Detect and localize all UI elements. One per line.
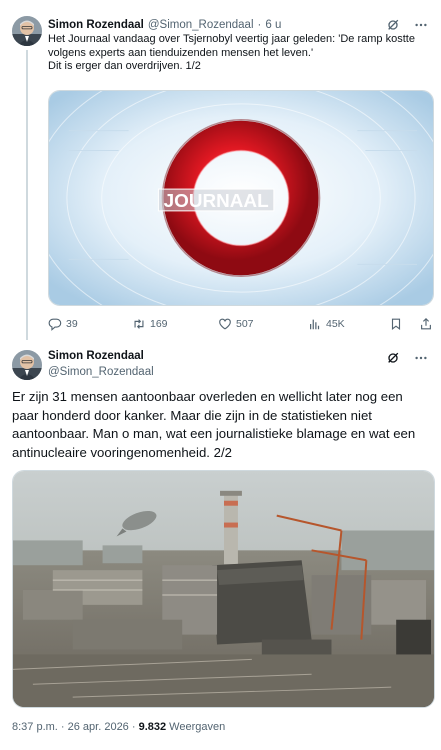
tweet-text-line: Het Journaal vandaag over Tsjernobyl vee…: [48, 33, 415, 45]
tweet-text-line: Dit is erger dan overdrijven. 1/2: [48, 60, 201, 72]
thread-connector-line: [26, 50, 28, 340]
tweet-text: Er zijn 31 mensen aantoonbaar overleden …: [12, 389, 416, 460]
journaal-image[interactable]: JOURNAAL: [48, 90, 434, 306]
separator-dot: ·: [257, 19, 262, 31]
author-name[interactable]: Simon Rozendaal: [48, 19, 144, 31]
tweet-header: Simon Rozendaal @Simon_Rozendaal · 6 u: [48, 16, 429, 34]
grok-icon[interactable]: [385, 350, 401, 366]
tweet-actions: 39 169 507 45K: [48, 316, 434, 332]
avatar[interactable]: [12, 16, 42, 46]
author-handle[interactable]: @Simon_Rozendaal: [48, 366, 154, 378]
bookmark-icon[interactable]: [388, 316, 404, 332]
post-timestamp[interactable]: 8:37 p.m. · 26 apr. 2026 ·: [12, 721, 139, 733]
repost-icon: [134, 319, 144, 329]
share-icon[interactable]: [418, 316, 434, 332]
tweet-text: Het Journaal vandaag over Tsjernobyl vee…: [48, 33, 425, 74]
author-handle[interactable]: @Simon_Rozendaal: [148, 19, 254, 31]
avatar[interactable]: [12, 350, 42, 380]
post-time[interactable]: 6 u: [265, 19, 281, 31]
tweet-2[interactable]: Simon Rozendaal @Simon_Rozendaal Er zijn…: [0, 340, 441, 750]
grok-icon[interactable]: [385, 17, 401, 33]
repost-button[interactable]: 169: [132, 317, 218, 331]
reply-icon: [48, 318, 62, 331]
views-count: 45K: [326, 318, 345, 330]
journaal-logo-text: JOURNAAL: [164, 190, 269, 211]
more-icon[interactable]: [413, 350, 429, 366]
like-button[interactable]: 507: [218, 317, 308, 331]
views-icon: [310, 319, 320, 330]
reply-count: 39: [66, 318, 78, 330]
tweet-text-line: volgens experts aan tienduizenden mensen…: [48, 46, 314, 59]
reply-button[interactable]: 39: [48, 317, 132, 331]
views-label: Weergaven: [166, 721, 226, 733]
chernobyl-photo[interactable]: [12, 470, 435, 708]
tweet-header: Simon Rozendaal @Simon_Rozendaal: [48, 350, 429, 380]
views-count: 9.832: [138, 721, 167, 733]
like-count: 507: [236, 318, 254, 330]
author-name[interactable]: Simon Rozendaal: [48, 350, 144, 362]
like-icon: [219, 318, 231, 330]
repost-count: 169: [150, 318, 168, 330]
tweet-1[interactable]: Simon Rozendaal @Simon_Rozendaal · 6 u H…: [0, 0, 441, 340]
views-button[interactable]: 45K: [308, 317, 388, 331]
more-icon[interactable]: [413, 17, 429, 33]
post-meta: 8:37 p.m. · 26 apr. 2026 · 9.832 Weergav…: [12, 721, 225, 733]
